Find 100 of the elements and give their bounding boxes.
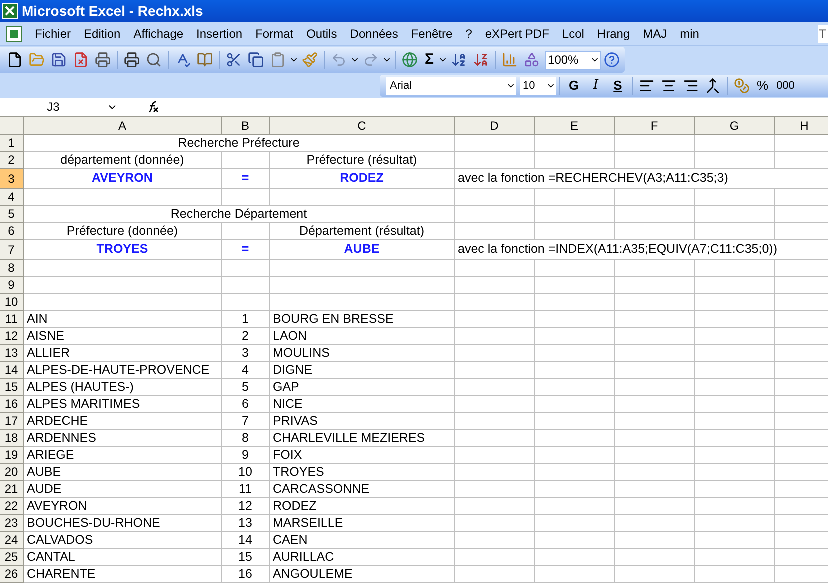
table-cell: 6 [242, 396, 249, 412]
table-cell: LAON [273, 328, 308, 344]
row-header[interactable]: 10 [0, 294, 24, 311]
font-size-dropdown[interactable]: 10 [520, 77, 556, 95]
menu-item[interactable]: Fenêtre [405, 24, 459, 42]
table-cell: 2 [242, 328, 249, 344]
result-value: RODEZ [340, 170, 384, 188]
column-label: département (donnée) [60, 152, 184, 168]
column-header[interactable]: E [535, 117, 615, 134]
column-header[interactable]: C [270, 117, 455, 134]
row-header[interactable]: 15 [0, 379, 24, 396]
italic-button[interactable]: I [585, 76, 607, 96]
row-header[interactable]: 6 [0, 223, 24, 240]
table-cell: CAEN [273, 532, 308, 548]
row-header[interactable]: 16 [0, 396, 24, 413]
row-header[interactable]: 21 [0, 481, 24, 498]
table-cell: 4 [242, 362, 249, 378]
table-cell: 5 [242, 379, 249, 395]
row-header[interactable]: 5 [0, 206, 24, 223]
menu-item[interactable]: MAJ [637, 24, 674, 42]
table-cell: CANTAL [27, 549, 76, 565]
table-cell: NICE [273, 396, 303, 412]
table-cell: AVEYRON [27, 498, 88, 514]
row-header[interactable]: 26 [0, 566, 24, 583]
table-cell: PRIVAS [273, 413, 318, 429]
table-cell: AISNE [27, 328, 65, 344]
help-field[interactable]: T [818, 24, 828, 42]
menu-item[interactable]: Lcol [556, 24, 590, 42]
column-label: Département (résultat) [299, 223, 425, 239]
table-cell: 7 [242, 413, 249, 429]
table-cell: AIN [27, 311, 48, 327]
column-label: Préfecture (donnée) [66, 223, 178, 239]
row-header[interactable]: 2 [0, 152, 24, 169]
table-cell: 10 [238, 464, 252, 480]
menu-item[interactable]: Edition [78, 24, 127, 42]
row-header[interactable]: 1 [0, 135, 24, 152]
column-header[interactable]: H [775, 117, 828, 134]
table-cell: GAP [273, 379, 300, 395]
row-header[interactable]: 3 [0, 169, 24, 189]
equals-sign: = [242, 170, 250, 188]
row-header[interactable]: 17 [0, 413, 24, 430]
menu-item[interactable]: Données [344, 24, 404, 42]
column-header[interactable]: B [222, 117, 270, 134]
row-header[interactable]: 9 [0, 277, 24, 294]
table-cell: TROYES [273, 464, 324, 480]
formula-note: avec la fonction =RECHERCHEV(A3;A11:C35;3) [458, 170, 728, 188]
row-header[interactable]: 23 [0, 515, 24, 532]
menu-item[interactable]: Hrang [591, 24, 636, 42]
row-header[interactable]: 25 [0, 549, 24, 566]
column-header[interactable]: F [615, 117, 695, 134]
menu-item[interactable]: Insertion [190, 24, 249, 42]
table-cell: ARDECHE [27, 413, 88, 429]
table-cell: ARDENNES [27, 430, 96, 446]
table-cell: CHARLEVILLE MEZIERES [273, 430, 426, 446]
row-header[interactable]: 4 [0, 189, 24, 206]
row-header[interactable]: 14 [0, 362, 24, 379]
name-box[interactable]: J3 [0, 98, 118, 116]
column-header[interactable]: D [455, 117, 535, 134]
menu-item[interactable]: Affichage [128, 24, 190, 42]
menu-item[interactable]: Fichier [29, 24, 78, 42]
row-header[interactable]: 19 [0, 447, 24, 464]
row-header[interactable]: 7 [0, 240, 24, 260]
row-header[interactable]: 8 [0, 260, 24, 277]
empty-cell [222, 277, 270, 294]
menu-item[interactable]: min [674, 24, 706, 42]
result-value: TROYES [96, 241, 148, 258]
table-cell: RODEZ [273, 498, 317, 514]
section-title: Recherche Préfecture [178, 134, 300, 152]
workbook-icon[interactable] [6, 26, 22, 42]
window-title: Microsoft Excel - Rechx.xls [22, 2, 204, 20]
column-header[interactable]: G [695, 117, 775, 134]
row-header[interactable]: 20 [0, 464, 24, 481]
menu-item[interactable]: Outils [300, 24, 344, 42]
column-header[interactable]: A [24, 117, 222, 134]
result-value: AVEYRON [92, 170, 153, 188]
row-header[interactable]: 22 [0, 498, 24, 515]
thousands-button[interactable]: 000 [772, 78, 799, 94]
bold-button[interactable]: G [563, 76, 585, 96]
row-header[interactable]: 11 [0, 311, 24, 328]
row-header[interactable]: 24 [0, 532, 24, 549]
menu-item[interactable]: Format [250, 24, 300, 42]
underline-button[interactable]: S [607, 76, 629, 96]
table-cell: 12 [238, 498, 252, 514]
function-icon[interactable] [146, 100, 160, 114]
row-header[interactable]: 12 [0, 328, 24, 345]
table-cell: 11 [239, 481, 252, 497]
font-dropdown[interactable]: Arial [386, 77, 516, 95]
table-cell: FOIX [273, 447, 302, 463]
row-header[interactable]: 18 [0, 430, 24, 447]
autosum-button[interactable]: Σ [421, 48, 438, 72]
excel-logo-icon [2, 3, 18, 19]
zoom-dropdown[interactable]: 100% [545, 50, 602, 70]
table-cell: ALLIER [27, 345, 70, 361]
menu-item[interactable]: ? [460, 24, 478, 42]
table-cell: 3 [242, 345, 249, 361]
table-cell: 8 [242, 430, 249, 446]
menu-item[interactable]: eXPert PDF [479, 24, 556, 42]
percent-button[interactable]: % [753, 76, 773, 96]
row-header[interactable]: 13 [0, 345, 24, 362]
table-cell: CARCASSONNE [273, 481, 370, 497]
